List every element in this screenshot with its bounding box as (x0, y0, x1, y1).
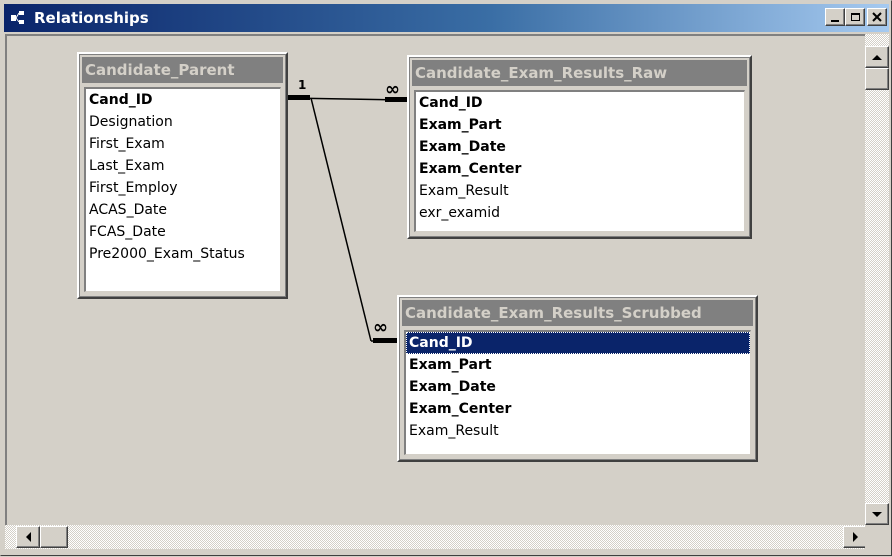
field-exam-center[interactable]: Exam_Center (416, 158, 744, 180)
table-title[interactable]: Candidate_Parent (82, 57, 283, 83)
one-label-raw: 1 (298, 78, 307, 92)
table-title[interactable]: Candidate_Exam_Results_Scrubbed (402, 300, 753, 326)
relationship-line-scrubbed (310, 97, 372, 342)
field-first-exam[interactable]: First_Exam (86, 133, 280, 155)
many-label-scrubbed: ∞ (373, 317, 388, 338)
field-cand-id[interactable]: Cand_ID (416, 92, 744, 114)
field-last-exam[interactable]: Last_Exam (86, 155, 280, 177)
vertical-scrollbar[interactable] (865, 34, 889, 525)
table-candidate-parent[interactable]: Candidate_Parent Cand_ID Designation Fir… (77, 52, 288, 299)
field-exam-part[interactable]: Exam_Part (416, 114, 744, 136)
field-exam-date[interactable]: Exam_Date (406, 376, 750, 398)
field-list[interactable]: Cand_ID Exam_Part Exam_Date Exam_Center … (404, 330, 751, 455)
arrow-down-icon (872, 511, 882, 517)
vertical-scroll-thumb[interactable] (865, 68, 889, 90)
many-end-marker-scrubbed (373, 338, 399, 343)
table-candidate-exam-results-scrubbed[interactable]: Candidate_Exam_Results_Scrubbed Cand_ID … (397, 295, 758, 462)
field-exam-result[interactable]: Exam_Result (406, 420, 750, 442)
scrollbar-corner (865, 525, 889, 549)
many-label-raw: ∞ (385, 79, 400, 100)
arrow-left-icon (25, 532, 31, 542)
scroll-down-button[interactable] (865, 503, 889, 525)
scroll-left-button[interactable] (16, 526, 40, 548)
table-title[interactable]: Candidate_Exam_Results_Raw (412, 60, 747, 86)
relationships-window: Relationships 1 ∞ ∞ Candidate_Parent Can… (0, 0, 892, 556)
field-list[interactable]: Cand_ID Designation First_Exam Last_Exam… (84, 87, 281, 292)
horizontal-scroll-thumb[interactable] (40, 526, 68, 548)
field-exam-center[interactable]: Exam_Center (406, 398, 750, 420)
field-exam-part[interactable]: Exam_Part (406, 354, 750, 376)
field-exam-result[interactable]: Exam_Result (416, 180, 744, 202)
field-pre2000-exam-status[interactable]: Pre2000_Exam_Status (86, 243, 280, 265)
arrow-right-icon (852, 532, 858, 542)
field-exr-examid[interactable]: exr_examid (416, 202, 744, 224)
field-list[interactable]: Cand_ID Exam_Part Exam_Date Exam_Center … (414, 90, 745, 232)
horizontal-scrollbar[interactable] (5, 525, 865, 549)
one-end-marker-raw (288, 95, 310, 100)
field-designation[interactable]: Designation (86, 111, 280, 133)
field-cand-id-selected[interactable]: Cand_ID (406, 332, 750, 354)
table-candidate-exam-results-raw[interactable]: Candidate_Exam_Results_Raw Cand_ID Exam_… (407, 55, 752, 239)
field-cand-id[interactable]: Cand_ID (86, 89, 280, 111)
scroll-right-button[interactable] (843, 526, 867, 548)
field-exam-date[interactable]: Exam_Date (416, 136, 744, 158)
field-first-employ[interactable]: First_Employ (86, 177, 280, 199)
scroll-up-button[interactable] (865, 46, 889, 68)
field-acas-date[interactable]: ACAS_Date (86, 199, 280, 221)
arrow-up-icon (872, 54, 882, 60)
field-fcas-date[interactable]: FCAS_Date (86, 221, 280, 243)
